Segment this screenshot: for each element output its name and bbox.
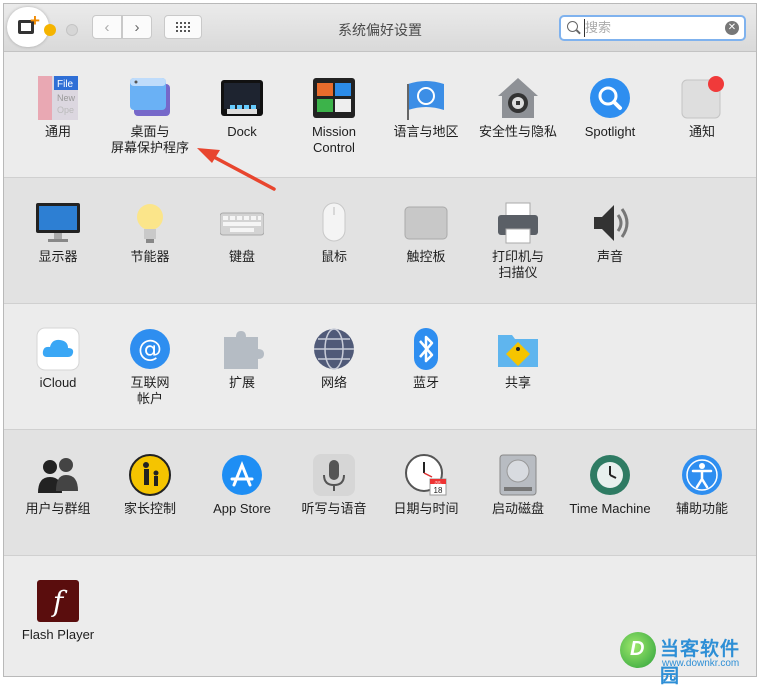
watermark: 当客软件园 www.downkr.com [620,632,755,687]
watermark-url: www.downkr.com [662,658,740,669]
annotation-arrow [197,148,276,191]
watermark-logo [620,632,656,668]
